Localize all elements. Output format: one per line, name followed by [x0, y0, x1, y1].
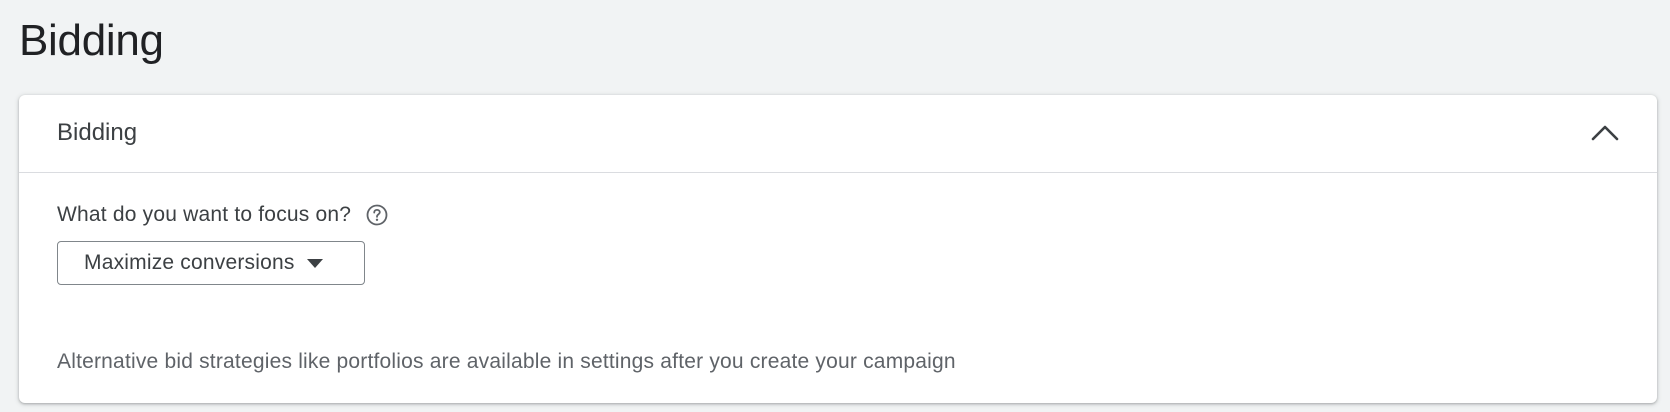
chevron-up-icon: [1591, 123, 1619, 144]
collapse-button[interactable]: [1587, 115, 1623, 151]
focus-row: What do you want to focus on?: [57, 202, 1657, 228]
focus-dropdown[interactable]: Maximize conversions: [57, 241, 365, 285]
bidding-card: Bidding What do you want to focus on? Ma…: [19, 95, 1657, 403]
page: Bidding Bidding What do you want to focu…: [0, 0, 1670, 412]
bidding-card-header[interactable]: Bidding: [19, 95, 1657, 173]
bid-strategy-hint: Alternative bid strategies like portfoli…: [57, 350, 956, 373]
page-title: Bidding: [19, 16, 164, 65]
focus-question-label: What do you want to focus on?: [57, 203, 352, 226]
card-header-title: Bidding: [57, 118, 138, 146]
bidding-card-body: What do you want to focus on? Maximize c…: [19, 173, 1657, 402]
help-circle-icon[interactable]: [365, 203, 389, 227]
arrow-drop-down-icon: [306, 257, 325, 269]
focus-dropdown-value: Maximize conversions: [84, 251, 295, 274]
